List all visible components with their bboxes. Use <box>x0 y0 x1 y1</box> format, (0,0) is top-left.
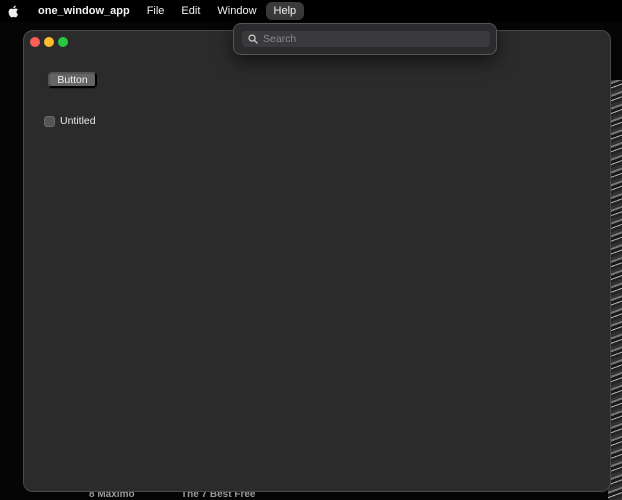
push-button[interactable]: Button <box>48 72 97 88</box>
menu-file[interactable]: File <box>139 2 173 20</box>
checkbox-label: Untitled <box>60 115 96 127</box>
menu-help[interactable]: Help <box>265 2 305 20</box>
search-icon <box>245 31 261 47</box>
help-search-box[interactable] <box>242 31 490 47</box>
app-window: Button Untitled <box>23 30 611 492</box>
apple-logo-icon[interactable] <box>0 0 26 22</box>
menu-app-name[interactable]: one_window_app <box>30 2 138 20</box>
menu-bar: one_window_app File Edit Window Help <box>0 0 622 22</box>
help-menu-popup <box>233 23 497 55</box>
help-search-input[interactable] <box>263 33 483 45</box>
untitled-checkbox[interactable] <box>44 115 55 127</box>
menu-edit[interactable]: Edit <box>173 2 208 20</box>
close-icon[interactable] <box>30 37 40 47</box>
menu-window[interactable]: Window <box>209 2 264 20</box>
checkbox-row[interactable]: Untitled <box>44 115 96 127</box>
zoom-icon[interactable] <box>58 37 68 47</box>
minimize-icon[interactable] <box>44 37 54 47</box>
